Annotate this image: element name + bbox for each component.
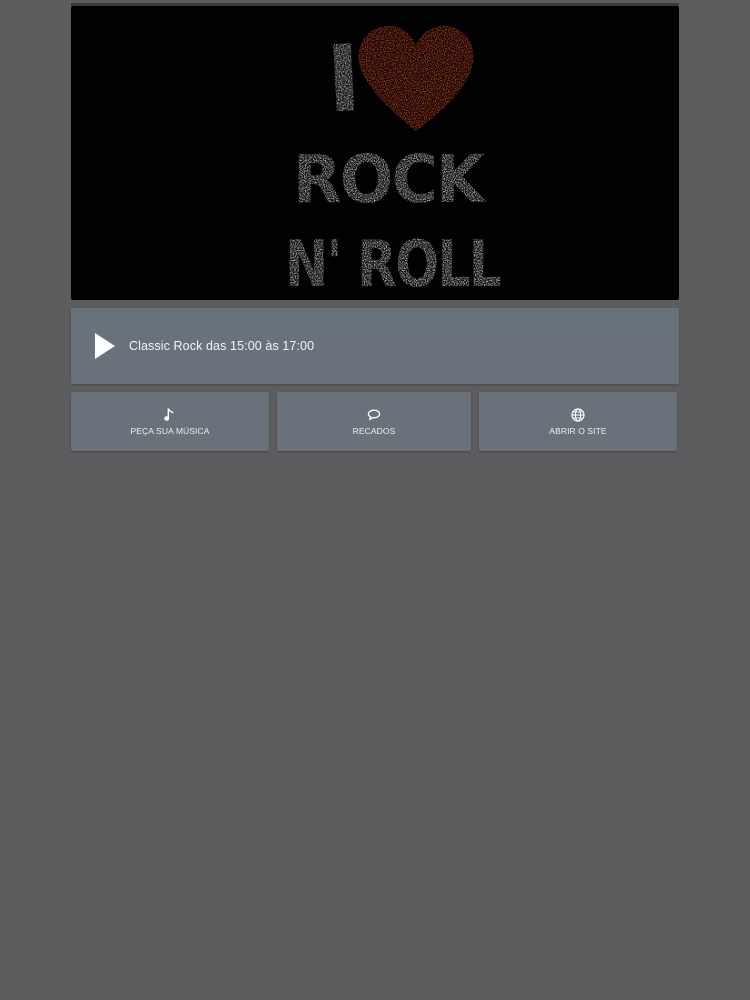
svg-text:N' ROLL: N' ROLL (285, 228, 501, 300)
heart-icon (358, 25, 474, 132)
messages-label: RECADOS (352, 426, 396, 436)
messages-button[interactable]: RECADOS (277, 392, 471, 451)
music-note-icon (164, 408, 174, 421)
player-bar: Classic Rock das 15:00 às 17:00 (71, 308, 679, 384)
svg-text:I: I (324, 25, 364, 134)
globe-icon (571, 408, 585, 422)
station-banner: I ROCK N' ROLL (71, 6, 679, 300)
request-song-button[interactable]: PEÇA SUA MÚSICA (71, 392, 269, 451)
play-icon[interactable] (93, 331, 117, 361)
i-love-rock-n-roll-logo: I ROCK N' ROLL (285, 25, 503, 300)
open-site-label: ABRIR O SITE (549, 426, 607, 436)
speech-bubble-icon (367, 409, 381, 421)
open-site-button[interactable]: ABRIR O SITE (479, 392, 677, 451)
request-song-label: PEÇA SUA MÚSICA (130, 426, 210, 436)
app-screen: I ROCK N' ROLL Classic Rock das 15:00 às… (0, 0, 750, 1000)
now-playing-text: Classic Rock das 15:00 às 17:00 (129, 339, 315, 353)
svg-text:ROCK: ROCK (293, 141, 488, 218)
